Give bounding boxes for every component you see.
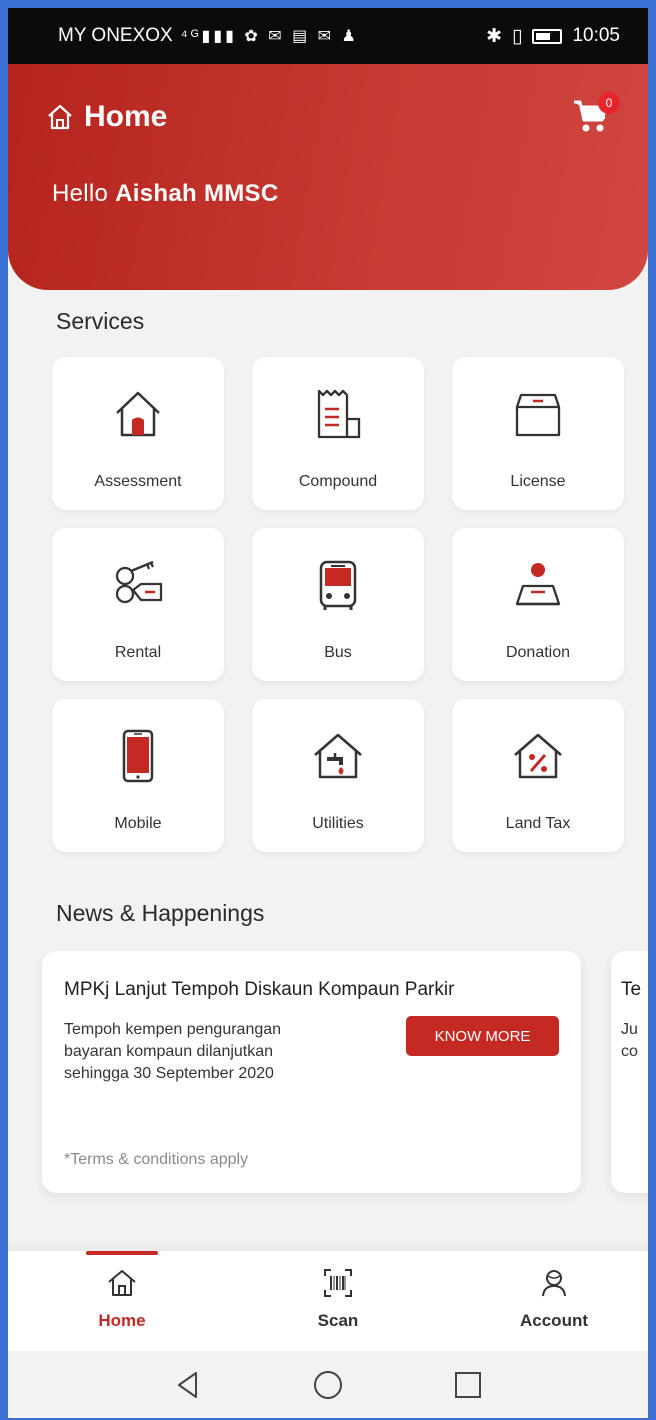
news-card-next[interactable]: Te Ju co [611, 951, 648, 1193]
back-icon[interactable] [172, 1369, 204, 1401]
news-card-body: Ju co [621, 1021, 638, 1060]
percent-house-icon [514, 733, 562, 779]
battery-icon [532, 28, 563, 44]
home-circle-icon[interactable] [312, 1369, 344, 1401]
box-icon [515, 393, 561, 437]
service-donation[interactable]: Donation [452, 528, 624, 681]
donation-icon [515, 563, 561, 606]
news-title: News & Happenings [56, 900, 265, 926]
status-bar: MY ONEXOX ⁴ᴳ▮▮▮ ✿ ✉ ▤ ✉ ♟ ✱ ▯ 10:05 [8, 8, 648, 64]
home-header: Home 0 Hello Aishah MMSC [8, 64, 648, 290]
page-title-text: Home [84, 100, 168, 133]
greeting-prefix: Hello [52, 180, 109, 207]
home-icon [108, 1270, 136, 1296]
service-label: Assessment [94, 473, 182, 490]
key-tag-icon [115, 560, 163, 604]
service-label: Compound [298, 473, 378, 490]
nav-home[interactable]: Home [62, 1267, 182, 1331]
signal-icon: ⁴ᴳ▮▮▮ ✿ ✉ ▤ ✉ ♟ [180, 28, 359, 45]
nav-label: Home [98, 1311, 146, 1330]
nav-label: Account [520, 1311, 588, 1330]
house-icon [116, 391, 160, 437]
user-icon [542, 1270, 566, 1297]
know-more-button[interactable]: KNOW MORE [406, 1016, 559, 1056]
services-title: Services [56, 308, 145, 334]
bluetooth-icon: ✱ [486, 25, 502, 47]
mobile-phone-icon [122, 729, 154, 783]
service-label: Rental [114, 644, 162, 661]
cart-count-badge: 0 [598, 92, 620, 114]
bottom-nav: Home Scan Account [8, 1251, 648, 1351]
status-right: ✱ ▯ 10:05 [486, 25, 620, 48]
page-title: Home [46, 100, 167, 134]
news-card-title: Te [621, 979, 642, 1000]
service-label: Mobile [114, 815, 162, 832]
service-bus[interactable]: Bus [252, 528, 424, 681]
news-card-title: MPKj Lanjut Tempoh Diskaun Kompaun Parki… [64, 979, 455, 1000]
service-compound[interactable]: Compound [252, 357, 424, 510]
nav-scan[interactable]: Scan [278, 1267, 398, 1331]
service-label: Utilities [312, 815, 364, 832]
nav-account[interactable]: Account [494, 1267, 614, 1331]
news-card[interactable]: MPKj Lanjut Tempoh Diskaun Kompaun Parki… [42, 951, 581, 1193]
service-label: Bus [324, 644, 352, 661]
status-left: MY ONEXOX ⁴ᴳ▮▮▮ ✿ ✉ ▤ ✉ ♟ [58, 25, 359, 47]
service-rental[interactable]: Rental [52, 528, 224, 681]
greeting: Hello Aishah MMSC [52, 180, 278, 208]
barcode-icon [324, 1269, 352, 1297]
user-name: Aishah MMSC [115, 180, 279, 207]
service-license[interactable]: License [452, 357, 624, 510]
phone-screen: MY ONEXOX ⁴ᴳ▮▮▮ ✿ ✉ ▤ ✉ ♟ ✱ ▯ 10:05 Home [8, 8, 648, 1418]
receipt-icon [317, 389, 361, 439]
service-label: License [510, 473, 566, 490]
service-land-tax[interactable]: Land Tax [452, 699, 624, 852]
news-card-body: Tempoh kempen pengurangan bayaran kompau… [64, 1021, 282, 1082]
bus-icon [319, 560, 357, 610]
vibrate-icon: ▯ [511, 25, 523, 47]
service-assessment[interactable]: Assessment [52, 357, 224, 510]
service-mobile[interactable]: Mobile [52, 699, 224, 852]
clock: 10:05 [572, 25, 620, 46]
home-outline-icon [48, 104, 72, 130]
nav-label: Scan [317, 1311, 359, 1330]
system-nav-bar [8, 1351, 648, 1418]
service-label: Land Tax [505, 815, 571, 832]
services-grid: Assessment Compound License Rental Bus D… [52, 357, 626, 852]
terms-note: *Terms & conditions apply [64, 1151, 249, 1168]
cart-button[interactable]: 0 [572, 92, 620, 134]
carrier-name: MY ONEXOX [58, 25, 173, 46]
active-tab-indicator [86, 1251, 158, 1255]
tap-house-icon [314, 733, 362, 779]
service-utilities[interactable]: Utilities [252, 699, 424, 852]
recents-icon[interactable] [452, 1369, 484, 1401]
service-label: Donation [505, 644, 571, 661]
